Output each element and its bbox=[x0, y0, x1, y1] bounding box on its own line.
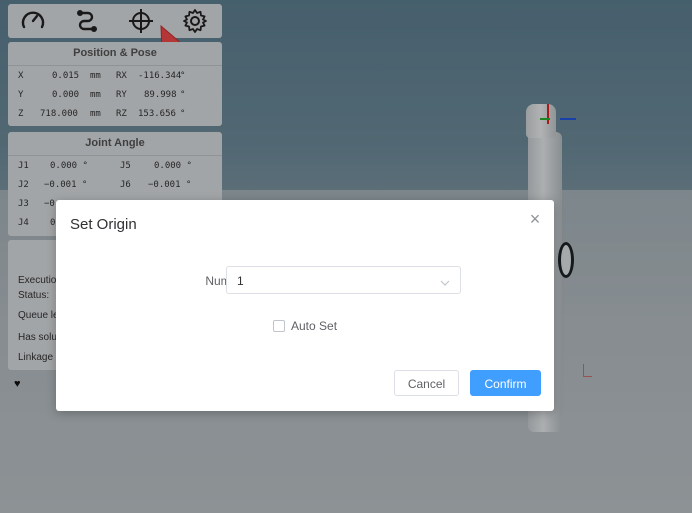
close-icon[interactable]: × bbox=[526, 210, 544, 228]
auto-set-checkbox[interactable] bbox=[273, 320, 285, 332]
confirm-button[interactable]: Confirm bbox=[470, 370, 541, 396]
cancel-button[interactable]: Cancel bbox=[394, 370, 459, 396]
num-of-joint-value: 1 bbox=[237, 274, 244, 288]
dialog-title: Set Origin bbox=[70, 216, 137, 233]
num-of-joint-select[interactable]: 1 bbox=[226, 266, 461, 294]
chevron-down-icon bbox=[440, 275, 450, 286]
set-origin-dialog: Set Origin × NumOfJoint: 1 Auto Set Canc… bbox=[56, 200, 554, 411]
auto-set-label[interactable]: Auto Set bbox=[291, 319, 337, 333]
